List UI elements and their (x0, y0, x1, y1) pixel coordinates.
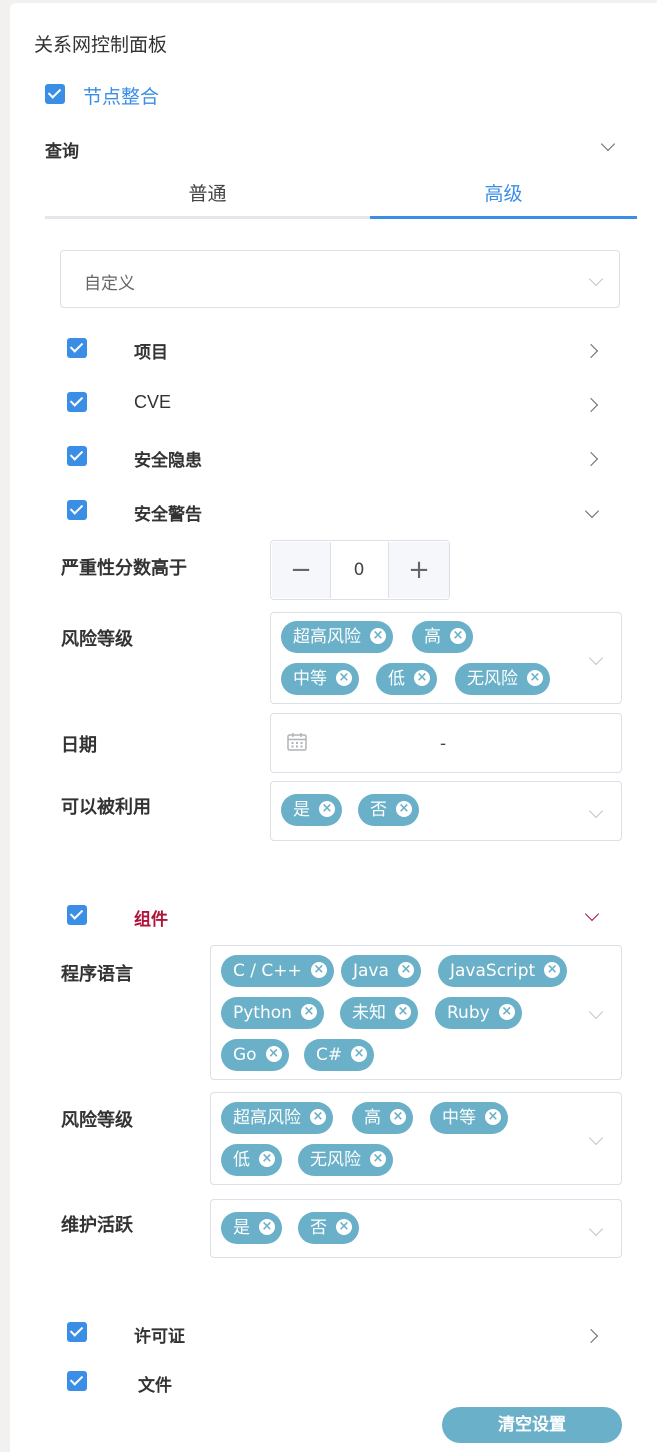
tag: JavaScript × (438, 955, 568, 987)
tag: 否 × (298, 1212, 359, 1244)
remove-tag-icon[interactable]: × (450, 628, 466, 644)
remove-tag-icon[interactable]: × (396, 801, 412, 817)
exploitable-label: 可以被利用 (61, 797, 151, 818)
tag: C# × (304, 1039, 375, 1071)
remove-tag-icon[interactable]: × (390, 1109, 406, 1125)
minus-icon: − (290, 555, 312, 585)
tag: 低 × (376, 663, 437, 695)
tag: 中等 × (281, 663, 359, 695)
tag: 超高风险 × (281, 621, 393, 653)
remove-tag-icon[interactable]: × (319, 801, 335, 817)
file-label[interactable]: 文件 (138, 1371, 172, 1396)
maintained-label: 维护活跃 (61, 1215, 133, 1236)
tag: 无风险 × (455, 663, 550, 695)
remove-tag-icon[interactable]: × (300, 1004, 317, 1020)
component-checkbox[interactable] (67, 905, 87, 925)
hazard-label[interactable]: 安全隐患 (134, 446, 202, 471)
mode-select-value: 自定义 (84, 274, 135, 294)
project-checkbox[interactable] (67, 338, 87, 358)
license-checkbox[interactable] (67, 1322, 87, 1342)
merge-checkbox[interactable] (45, 84, 65, 104)
tag: 高 × (352, 1102, 413, 1134)
cve-checkbox[interactable] (67, 392, 87, 412)
tag: 无风险 × (298, 1144, 393, 1176)
tab-normal[interactable]: 普通 (45, 172, 370, 219)
clear-settings-button[interactable]: 清空设置 (442, 1407, 622, 1443)
severity-value[interactable]: 0 (330, 560, 388, 580)
tag: 中等 × (430, 1102, 508, 1134)
alert-checkbox[interactable] (67, 500, 87, 520)
tag: 是 × (281, 794, 342, 826)
remove-tag-icon[interactable]: × (336, 1219, 352, 1235)
tag: 超高风险 × (221, 1102, 333, 1134)
remove-tag-icon[interactable]: × (259, 1151, 275, 1167)
remove-tag-icon[interactable]: × (527, 670, 543, 686)
tag: Go × (221, 1039, 289, 1071)
alert-risk-label: 风险等级 (61, 629, 133, 650)
tag: 低 × (221, 1144, 282, 1176)
remove-tag-icon[interactable]: × (397, 962, 414, 978)
remove-tag-icon[interactable]: × (414, 670, 430, 686)
remove-tag-icon[interactable]: × (395, 1004, 411, 1020)
query-section-title[interactable]: 查询 (45, 137, 79, 162)
mode-select[interactable] (60, 250, 620, 308)
remove-tag-icon[interactable]: × (485, 1109, 501, 1125)
alert-label[interactable]: 安全警告 (134, 500, 202, 525)
tab-advanced[interactable]: 高级 (370, 172, 637, 219)
remove-tag-icon[interactable]: × (498, 1004, 515, 1020)
remove-tag-icon[interactable]: × (370, 628, 386, 644)
decrement-button[interactable]: − (272, 542, 331, 598)
license-label[interactable]: 许可证 (134, 1322, 185, 1347)
plus-icon: + (408, 555, 430, 585)
severity-label: 严重性分数高于 (61, 558, 187, 579)
remove-tag-icon[interactable]: × (336, 670, 352, 686)
tag: 否 × (358, 794, 419, 826)
remove-tag-icon[interactable]: × (259, 1219, 275, 1235)
tag: 未知 × (340, 997, 418, 1029)
component-risk-label: 风险等级 (61, 1110, 133, 1131)
component-label[interactable]: 组件 (134, 905, 168, 930)
merge-label[interactable]: 节点整合 (83, 82, 159, 109)
tag: 是 × (221, 1212, 282, 1244)
increment-button[interactable]: + (388, 542, 449, 598)
cve-label[interactable]: CVE (134, 392, 171, 413)
hazard-checkbox[interactable] (67, 446, 87, 466)
remove-tag-icon[interactable]: × (310, 1109, 326, 1125)
remove-tag-icon[interactable]: × (370, 1151, 386, 1167)
remove-tag-icon[interactable]: × (310, 962, 327, 978)
tag: Ruby × (435, 997, 522, 1029)
remove-tag-icon[interactable]: × (265, 1046, 282, 1062)
tag: 高 × (412, 621, 473, 653)
date-label: 日期 (61, 735, 97, 756)
panel-title: 关系网控制面板 (34, 34, 168, 56)
tag: Java × (341, 955, 421, 987)
language-label: 程序语言 (61, 964, 133, 985)
remove-tag-icon[interactable]: × (351, 1046, 368, 1062)
file-checkbox[interactable] (67, 1371, 87, 1391)
project-label[interactable]: 项目 (134, 338, 168, 363)
tag: Python × (221, 997, 324, 1029)
remove-tag-icon[interactable]: × (544, 962, 561, 978)
tag: C / C++ × (221, 955, 334, 987)
calendar-icon (287, 733, 307, 751)
date-range-separator: - (440, 734, 447, 754)
